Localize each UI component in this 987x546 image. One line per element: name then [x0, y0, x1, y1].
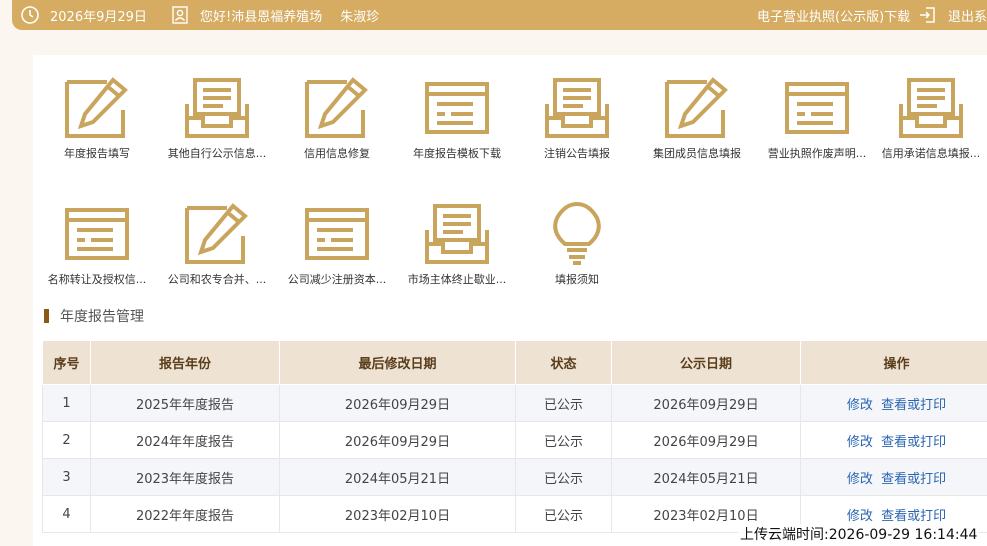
cell-no: 4	[42, 495, 91, 533]
tile-label: 信用承诺信息填报...	[881, 147, 981, 160]
tile-label: 公司和农专合并、...	[167, 273, 267, 286]
tile-label: 公司减少注册资本...	[287, 273, 387, 286]
col-header-year: 报告年份	[90, 340, 280, 385]
view-print-link[interactable]: 查看或打印	[881, 398, 946, 413]
upload-timestamp: 上传云端时间:2026-09-29 16:14:44	[738, 524, 980, 544]
license-download-link[interactable]: 电子营业执照(公示版)下载	[757, 0, 910, 30]
inbox-icon	[545, 78, 609, 138]
cell-no: 1	[42, 384, 91, 422]
tile-annual-report-fill[interactable]: 年度报告填写	[41, 76, 153, 161]
tile-filing-notice[interactable]: 填报须知	[521, 202, 633, 287]
tile-cancellation-notice[interactable]: 注销公告填报	[521, 76, 633, 161]
top-bar: 2026年9月29日 您好!沛县恩福养殖场 朱淑珍 电子营业执照(公示版)下载 …	[12, 0, 987, 30]
greeting-text: 您好!沛县恩福养殖场	[200, 9, 323, 25]
col-header-no: 序号	[42, 340, 91, 385]
tile-other-public-info[interactable]: 其他自行公示信息...	[161, 76, 273, 161]
edit-icon	[665, 77, 728, 138]
col-header-actions: 操作	[800, 340, 987, 385]
table-row: 2 2024年年度报告 2026年09月29日 已公示 2026年09月29日 …	[42, 421, 987, 459]
form-icon	[425, 82, 489, 134]
tile-label: 市场主体终止歇业...	[407, 273, 507, 286]
tile-credit-commitment[interactable]: 信用承诺信息填报...	[875, 76, 987, 161]
current-date: 2026年9月29日	[50, 9, 147, 25]
tile-license-void-statement[interactable]: 营业执照作废声明...	[761, 76, 873, 161]
inbox-icon	[899, 78, 963, 138]
cell-actions: 修改 查看或打印	[800, 421, 987, 459]
table-row: 1 2025年年度报告 2026年09月29日 已公示 2026年09月29日 …	[42, 384, 987, 422]
tile-capital-reduction[interactable]: 公司减少注册资本...	[281, 202, 393, 287]
cell-status: 已公示	[515, 421, 612, 459]
lightbulb-icon	[553, 202, 601, 265]
tile-label: 其他自行公示信息...	[167, 147, 267, 160]
cell-year: 2025年年度报告	[90, 384, 280, 422]
view-print-link[interactable]: 查看或打印	[881, 509, 946, 524]
cell-public-date: 2026年09月29日	[611, 421, 801, 459]
col-header-modified: 最后修改日期	[279, 340, 516, 385]
tile-credit-repair[interactable]: 信用信息修复	[281, 76, 393, 161]
edit-link[interactable]: 修改	[847, 509, 873, 524]
cell-year: 2022年年度报告	[90, 495, 280, 533]
tile-label: 年度报告填写	[64, 147, 130, 160]
cell-actions: 修改 查看或打印	[800, 384, 987, 422]
form-icon	[65, 208, 129, 260]
annual-report-table: 序号 报告年份 最后修改日期 状态 公示日期 操作 1 2025年年度报告 20…	[42, 340, 987, 533]
cell-actions: 修改 查看或打印	[800, 458, 987, 496]
table-header-row: 序号 报告年份 最后修改日期 状态 公示日期 操作	[42, 340, 987, 385]
title-marker	[44, 309, 49, 323]
cell-status: 已公示	[515, 458, 612, 496]
cell-modified: 2026年09月29日	[279, 384, 516, 422]
user-icon	[170, 5, 190, 25]
tile-label: 填报须知	[555, 273, 599, 286]
tile-group-member-info[interactable]: 集团成员信息填报	[641, 76, 753, 161]
tile-company-merger[interactable]: 公司和农专合并、...	[161, 202, 273, 287]
cell-year: 2024年年度报告	[90, 421, 280, 459]
form-icon	[785, 82, 849, 134]
col-header-public-date: 公示日期	[611, 340, 801, 385]
tile-label: 年度报告模板下载	[413, 147, 501, 160]
cell-no: 3	[42, 458, 91, 496]
tile-business-suspension[interactable]: 市场主体终止歇业...	[401, 202, 513, 287]
date-group: 2026年9月29日	[20, 0, 147, 30]
user-name: 朱淑珍	[340, 9, 380, 25]
cell-modified: 2026年09月29日	[279, 421, 516, 459]
cell-public-date: 2024年05月21日	[611, 458, 801, 496]
cell-no: 2	[42, 421, 91, 459]
cell-status: 已公示	[515, 384, 612, 422]
license-download-label[interactable]: 电子营业执照(公示版)下载	[757, 6, 910, 25]
edit-link[interactable]: 修改	[847, 398, 873, 413]
edit-icon	[65, 77, 128, 138]
tile-template-download[interactable]: 年度报告模板下载	[401, 76, 513, 161]
cell-public-date: 2026年09月29日	[611, 384, 801, 422]
tile-name-transfer[interactable]: 名称转让及授权信...	[41, 202, 153, 287]
greeting-group: 您好!沛县恩福养殖场 朱淑珍	[170, 0, 379, 30]
form-icon	[305, 208, 369, 260]
cell-status: 已公示	[515, 495, 612, 533]
col-header-status: 状态	[515, 340, 612, 385]
edit-link[interactable]: 修改	[847, 435, 873, 450]
logout-button[interactable]: 退出系	[918, 0, 987, 30]
logout-label[interactable]: 退出系	[948, 6, 987, 25]
cell-modified: 2024年05月21日	[279, 458, 516, 496]
tile-label: 信用信息修复	[304, 147, 370, 160]
section-title-text: 年度报告管理	[60, 309, 144, 325]
inbox-icon	[425, 204, 489, 264]
tile-label: 注销公告填报	[544, 147, 610, 160]
tile-label: 集团成员信息填报	[653, 147, 741, 160]
view-print-link[interactable]: 查看或打印	[881, 472, 946, 487]
table-row: 3 2023年年度报告 2024年05月21日 已公示 2024年05月21日 …	[42, 458, 987, 496]
edit-link[interactable]: 修改	[847, 472, 873, 487]
cell-year: 2023年年度报告	[90, 458, 280, 496]
clock-icon	[20, 5, 40, 25]
view-print-link[interactable]: 查看或打印	[881, 435, 946, 450]
section-title: 年度报告管理	[44, 307, 144, 325]
inbox-icon	[185, 78, 249, 138]
tile-label: 营业执照作废声明...	[767, 147, 867, 160]
edit-icon	[185, 203, 248, 264]
edit-icon	[305, 77, 368, 138]
logout-icon[interactable]	[918, 5, 938, 25]
cell-modified: 2023年02月10日	[279, 495, 516, 533]
tile-label: 名称转让及授权信...	[47, 273, 147, 286]
